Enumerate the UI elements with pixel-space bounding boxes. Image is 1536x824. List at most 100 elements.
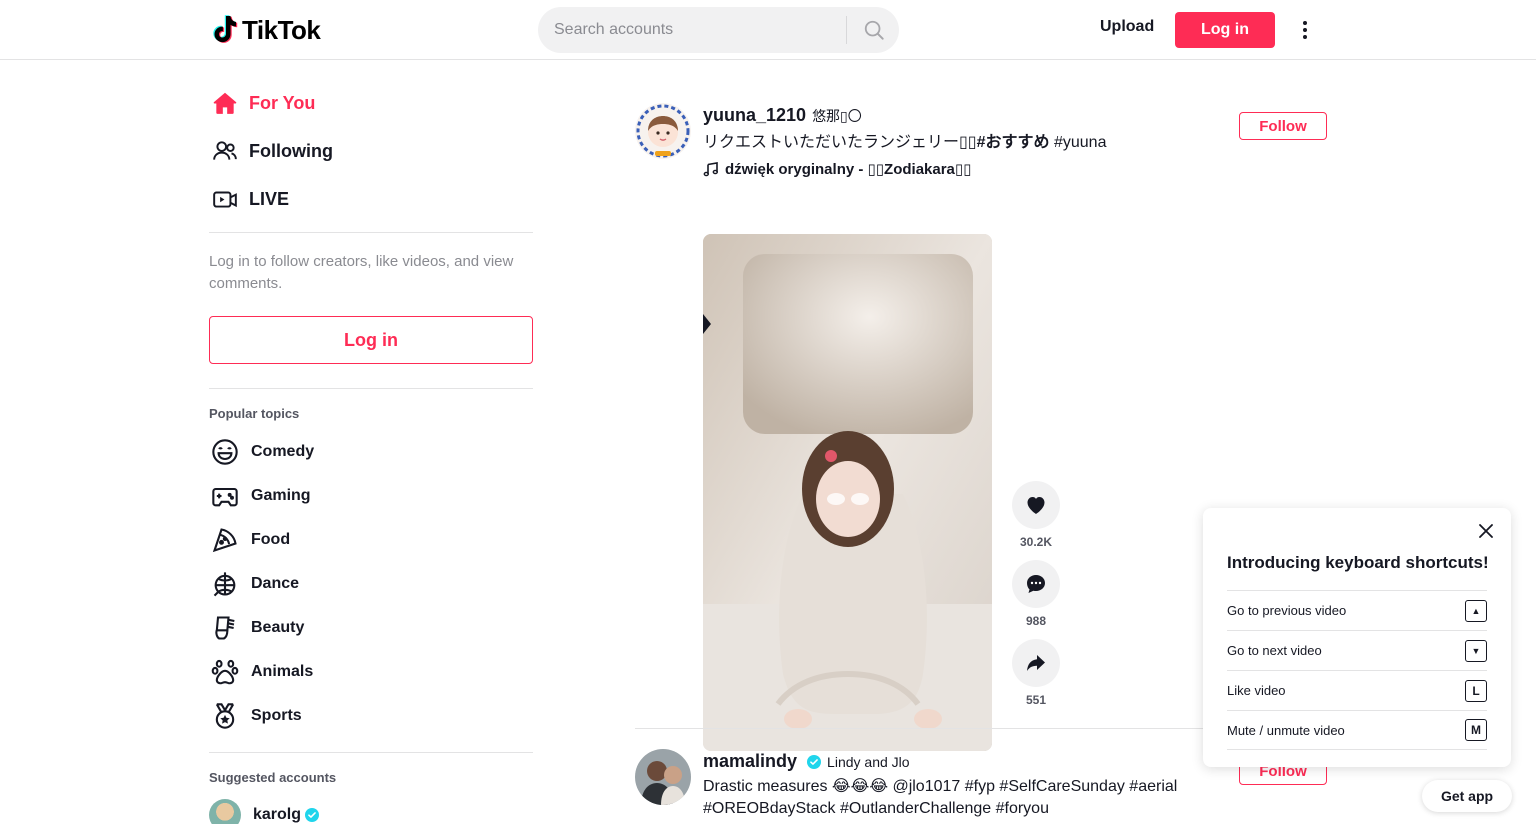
author-username[interactable]: mamalindy <box>703 751 797 772</box>
login-hint-text: Log in to follow creators, like videos, … <box>209 253 514 292</box>
beauty-icon <box>209 612 241 644</box>
shortcut-label: Go to next video <box>1227 643 1322 658</box>
verified-badge-icon <box>807 754 822 769</box>
verified-badge-icon <box>305 808 320 822</box>
key-m-icon: M <box>1465 719 1487 741</box>
shortcut-label: Go to previous video <box>1227 603 1347 618</box>
hashtag-links[interactable]: @jlo1017 #fyp #SelfCareSunday #aerial <box>892 778 1177 795</box>
topic-label: Beauty <box>251 619 305 636</box>
avatar[interactable] <box>635 103 691 159</box>
follow-button[interactable]: Follow <box>1239 112 1327 140</box>
sidebar-login-button[interactable]: Log in <box>209 316 533 364</box>
nav-label: For You <box>249 92 316 113</box>
nav-label: Following <box>249 140 333 161</box>
music-note-icon <box>703 162 719 177</box>
shortcut-row: Mute / unmute video M <box>1227 710 1487 750</box>
author-username[interactable]: yuuna_1210 <box>703 105 806 126</box>
topic-food[interactable]: Food <box>209 522 529 558</box>
comment-count: 988 <box>1025 614 1047 628</box>
topic-gaming[interactable]: Gaming <box>209 478 529 514</box>
comedy-icon <box>209 436 241 468</box>
share-button[interactable]: 551 <box>1012 639 1060 707</box>
topic-animals[interactable]: Animals <box>209 654 529 690</box>
like-circle <box>1012 481 1060 529</box>
get-app-button[interactable]: Get app <box>1422 780 1512 812</box>
gaming-icon <box>209 480 241 512</box>
top-header: TikTok Upload Log in <box>0 0 1536 60</box>
comment-button[interactable]: 988 <box>1012 560 1060 628</box>
avatar <box>209 799 241 824</box>
upload-link[interactable]: Upload <box>1100 18 1154 36</box>
tiktok-logo-icon <box>213 15 238 43</box>
search-icon <box>864 20 884 40</box>
sports-icon <box>209 700 241 732</box>
avatar-image <box>635 749 691 805</box>
search-bar <box>538 7 899 53</box>
more-options-button[interactable] <box>1292 16 1318 44</box>
sidebar: For You Following LIVE Log in to follow … <box>209 61 533 824</box>
share-icon <box>1027 655 1045 671</box>
hashtag-link[interactable]: #yuuna <box>1054 134 1107 151</box>
caption-text: リクエストいただいたランジェリー▯▯ <box>703 134 977 151</box>
like-button[interactable]: 30.2K <box>1012 481 1060 549</box>
hashtag-links[interactable]: #OREOBdayStack #OutlanderChallenge #fory… <box>703 800 1049 817</box>
video-caption: Drastic measures 😂😂😂 @jlo1017 #fyp #Self… <box>703 776 1243 820</box>
topic-sports[interactable]: Sports <box>209 698 529 734</box>
animals-icon <box>209 656 241 688</box>
author-row: yuuna_1210 悠那▯〇 <box>703 105 862 126</box>
suggested-accounts-title: Suggested accounts <box>209 770 337 785</box>
share-count: 551 <box>1025 693 1047 707</box>
avatar[interactable] <box>635 749 691 805</box>
topic-label: Food <box>251 531 291 548</box>
shortcut-row: Go to next video ▼ <box>1227 630 1487 670</box>
shortcut-row: Go to previous video ▲ <box>1227 590 1487 630</box>
food-icon <box>209 524 241 556</box>
author-nickname: 悠那▯〇 <box>812 108 862 124</box>
topic-label: Gaming <box>251 487 311 504</box>
music-title: dźwięk oryginalny - ▯▯Zodiakara▯▯ <box>725 161 972 178</box>
video-player[interactable] <box>703 234 992 751</box>
topic-label: Comedy <box>251 443 315 460</box>
hashtag-link[interactable]: #おすすめ <box>977 134 1050 151</box>
suggested-account-name: karolg <box>253 806 302 823</box>
shortcut-label: Like video <box>1227 683 1286 698</box>
avatar-image <box>635 103 691 159</box>
popular-topics-title: Popular topics <box>209 406 300 421</box>
topic-dance[interactable]: Dance <box>209 566 529 602</box>
search-divider <box>846 16 847 44</box>
close-button[interactable] <box>1477 522 1495 540</box>
caption-text: Drastic measures 😂😂😂 <box>703 778 893 795</box>
popup-title: Introducing keyboard shortcuts! <box>1227 553 1489 572</box>
key-up-icon: ▲ <box>1465 599 1487 622</box>
suggested-account[interactable]: karolg <box>209 797 320 824</box>
home-icon <box>209 87 241 119</box>
search-input[interactable] <box>554 7 844 53</box>
sidebar-divider <box>209 232 533 233</box>
nav-for-you[interactable]: For You <box>209 83 529 123</box>
share-circle <box>1012 639 1060 687</box>
users-icon <box>209 135 241 167</box>
nav-label: LIVE <box>249 188 290 209</box>
topic-beauty[interactable]: Beauty <box>209 610 529 646</box>
key-l-icon: L <box>1465 679 1487 702</box>
search-button[interactable] <box>848 7 899 53</box>
key-down-icon: ▼ <box>1465 639 1487 662</box>
topic-comedy[interactable]: Comedy <box>209 434 529 470</box>
shortcut-row: Like video L <box>1227 670 1487 710</box>
logo-text: TikTok <box>242 14 321 45</box>
like-count: 30.2K <box>1019 535 1053 549</box>
author-nickname: Lindy and Jlo <box>827 754 910 770</box>
keyboard-shortcuts-popup: Introducing keyboard shortcuts! Go to pr… <box>1203 508 1511 767</box>
header-login-button[interactable]: Log in <box>1175 12 1275 48</box>
nav-live[interactable]: LIVE <box>209 179 529 219</box>
nav-following[interactable]: Following <box>209 131 529 171</box>
heart-icon <box>1027 497 1045 514</box>
more-vertical-icon <box>1303 21 1307 39</box>
topic-label: Dance <box>251 575 300 592</box>
author-row: mamalindy Lindy and Jlo <box>703 751 910 772</box>
tiktok-logo[interactable]: TikTok <box>212 14 321 46</box>
shortcut-label: Mute / unmute video <box>1227 722 1345 738</box>
sidebar-divider <box>209 388 533 389</box>
video-caption: リクエストいただいたランジェリー▯▯#おすすめ #yuuna <box>703 132 1106 154</box>
music-link[interactable]: dźwięk oryginalny - ▯▯Zodiakara▯▯ <box>703 160 971 178</box>
